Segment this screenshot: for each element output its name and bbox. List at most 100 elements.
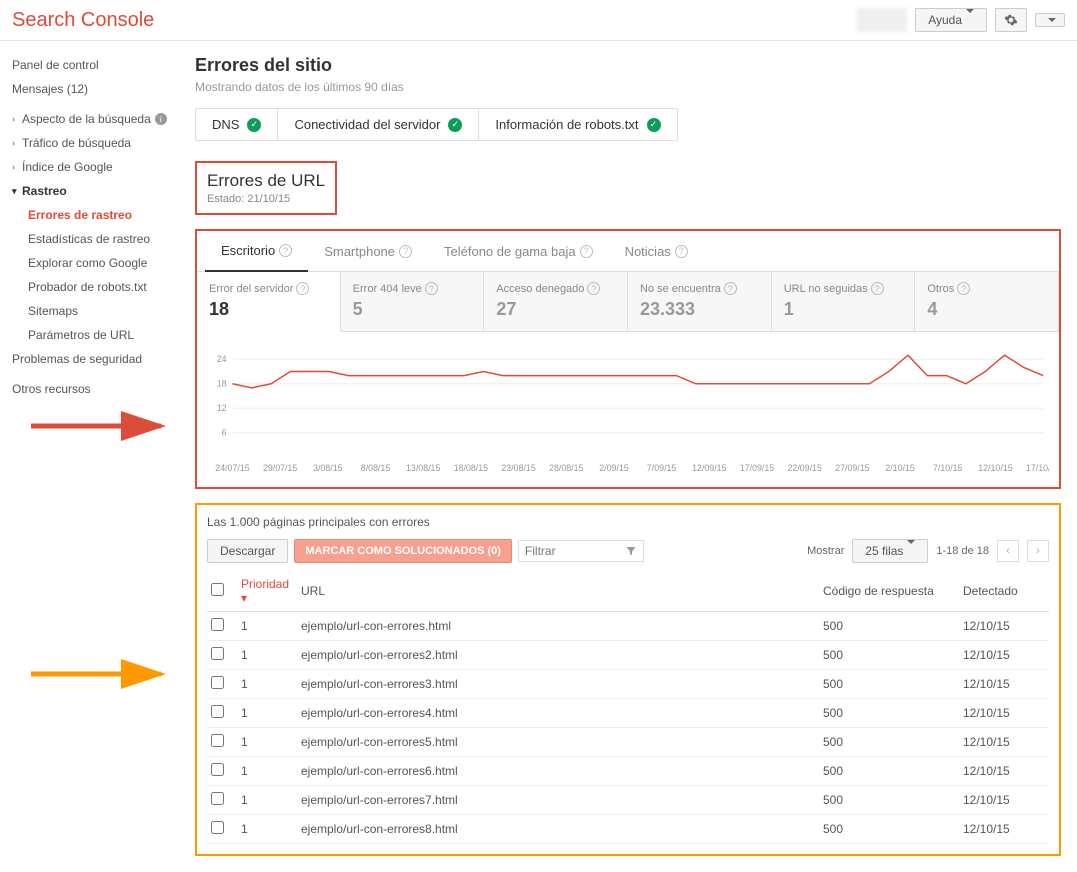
table-row[interactable]: 1ejemplo/url-con-errores8.html50012/10/1… [207, 815, 1049, 844]
filter-input[interactable] [525, 544, 565, 558]
row-checkbox[interactable] [211, 676, 224, 689]
cell-priority: 1 [237, 728, 297, 757]
prev-page-button[interactable]: ‹ [997, 540, 1019, 562]
help-icon: ? [587, 282, 600, 295]
error-tab[interactable]: Otros ? 4 [915, 272, 1059, 331]
table-row[interactable]: 1ejemplo/url-con-errores7.html50012/10/1… [207, 786, 1049, 815]
row-checkbox[interactable] [211, 705, 224, 718]
error-tab[interactable]: No se encuentra ?23.333 [628, 272, 772, 331]
row-checkbox[interactable] [211, 647, 224, 660]
mark-solved-button[interactable]: MARCAR COMO SOLUCIONADOS (0) [294, 539, 512, 563]
chevron-right-icon: › [12, 138, 20, 148]
col-priority[interactable]: Prioridad ▾ [237, 571, 297, 612]
svg-text:29/07/15: 29/07/15 [263, 463, 297, 473]
cell-code: 500 [819, 815, 959, 844]
tab-label: Teléfono de gama baja [444, 244, 576, 259]
cell-url: ejemplo/url-con-errores3.html [297, 670, 819, 699]
settings-dropdown[interactable] [1035, 13, 1065, 27]
sidebar-child-item[interactable]: Sitemaps [8, 299, 173, 323]
table-row[interactable]: 1ejemplo/url-con-errores4.html50012/10/1… [207, 699, 1049, 728]
cell-url: ejemplo/url-con-errores8.html [297, 815, 819, 844]
error-tab[interactable]: Error 404 leve ?5 [341, 272, 485, 331]
next-page-button[interactable]: › [1027, 540, 1049, 562]
cell-url: ejemplo/url-con-errores4.html [297, 699, 819, 728]
error-tab-value: 4 [927, 299, 1046, 320]
row-checkbox[interactable] [211, 618, 224, 631]
download-button[interactable]: Descargar [207, 539, 288, 563]
help-icon: ? [724, 282, 737, 295]
table-row[interactable]: 1ejemplo/url-con-errores6.html50012/10/1… [207, 757, 1049, 786]
row-checkbox[interactable] [211, 821, 224, 834]
page-subtitle: Mostrando datos de los últimos 90 días [195, 80, 1061, 94]
error-tab-label: Otros ? [927, 282, 1046, 295]
cell-code: 500 [819, 757, 959, 786]
col-code[interactable]: Código de respuesta [819, 571, 959, 612]
table-row[interactable]: 1ejemplo/url-con-errores5.html50012/10/1… [207, 728, 1049, 757]
sidebar-item-trafico[interactable]: ›Tráfico de búsqueda [8, 131, 173, 155]
device-tab[interactable]: Escritorio? [205, 231, 308, 272]
help-icon: ? [675, 245, 688, 258]
col-url[interactable]: URL [297, 571, 819, 612]
col-checkbox [207, 571, 237, 612]
sidebar-child-item[interactable]: Explorar como Google [8, 251, 173, 275]
status-pill[interactable]: Conectividad del servidor✓ [278, 109, 479, 140]
sidebar-item-aspecto[interactable]: ›Aspecto de la búsquedai [8, 107, 173, 131]
sidebar-child-item[interactable]: Probador de robots.txt [8, 275, 173, 299]
check-icon: ✓ [647, 118, 661, 132]
table-row[interactable]: 1ejemplo/url-con-errores2.html50012/10/1… [207, 641, 1049, 670]
svg-text:13/08/15: 13/08/15 [406, 463, 440, 473]
svg-text:23/08/15: 23/08/15 [501, 463, 535, 473]
error-tab-value: 1 [784, 299, 903, 320]
device-tab[interactable]: Smartphone? [308, 231, 428, 271]
sidebar-child-item[interactable]: Parámetros de URL [8, 323, 173, 347]
error-tab-value: 18 [209, 299, 328, 320]
help-icon: ? [580, 245, 593, 258]
sidebar-child-item[interactable]: Estadísticas de rastreo [8, 227, 173, 251]
cell-priority: 1 [237, 786, 297, 815]
rows-select[interactable]: 25 filas [852, 539, 928, 563]
svg-text:12: 12 [217, 403, 227, 413]
svg-text:22/09/15: 22/09/15 [788, 463, 822, 473]
col-detected[interactable]: Detectado [959, 571, 1049, 612]
error-tab[interactable]: Acceso denegado ?27 [484, 272, 628, 331]
sidebar-label: Rastreo [22, 184, 67, 198]
table-row[interactable]: 1ejemplo/url-con-errores.html50012/10/15 [207, 612, 1049, 641]
device-tab[interactable]: Teléfono de gama baja? [428, 231, 609, 271]
row-checkbox[interactable] [211, 734, 224, 747]
sidebar-item-messages[interactable]: Mensajes (12) [8, 77, 173, 101]
help-button[interactable]: Ayuda [915, 8, 987, 32]
status-pill[interactable]: Información de robots.txt✓ [479, 109, 676, 140]
sidebar-label: Probador de robots.txt [28, 280, 147, 294]
select-all-checkbox[interactable] [211, 583, 224, 596]
rows-option-label: 25 filas [865, 544, 903, 558]
sidebar-item-panel[interactable]: Panel de control [8, 53, 173, 77]
sidebar-item-indice[interactable]: ›Índice de Google [8, 155, 173, 179]
sidebar-item-otros[interactable]: Otros recursos [8, 377, 173, 401]
main-content: Errores del sitio Mostrando datos de los… [181, 41, 1077, 872]
device-tab[interactable]: Noticias? [609, 231, 704, 271]
svg-text:2/09/15: 2/09/15 [599, 463, 629, 473]
table-row[interactable]: 1ejemplo/url-con-errores3.html50012/10/1… [207, 670, 1049, 699]
row-checkbox[interactable] [211, 792, 224, 805]
svg-text:24: 24 [217, 354, 227, 364]
error-tab[interactable]: Error del servidor ?18 [197, 272, 341, 332]
gear-icon [1004, 13, 1018, 27]
cell-priority: 1 [237, 699, 297, 728]
help-label: Ayuda [928, 13, 962, 27]
row-checkbox[interactable] [211, 763, 224, 776]
error-tab[interactable]: URL no seguidas ?1 [772, 272, 916, 331]
cell-code: 500 [819, 728, 959, 757]
sidebar-item-problemas[interactable]: Problemas de seguridad [8, 347, 173, 371]
cell-code: 500 [819, 699, 959, 728]
error-tab-value: 27 [496, 299, 615, 320]
cell-date: 12/10/15 [959, 670, 1049, 699]
settings-button[interactable] [995, 8, 1027, 32]
status-pill[interactable]: DNS✓ [196, 109, 278, 140]
cell-code: 500 [819, 786, 959, 815]
sidebar-child-item[interactable]: Errores de rastreo [8, 203, 173, 227]
site-status-pills: DNS✓Conectividad del servidor✓Informació… [195, 108, 678, 141]
cell-url: ejemplo/url-con-errores7.html [297, 786, 819, 815]
status-date: Estado: 21/10/15 [207, 193, 325, 205]
sidebar-item-rastreo[interactable]: ▾Rastreo [8, 179, 173, 203]
pill-label: Conectividad del servidor [294, 117, 440, 132]
